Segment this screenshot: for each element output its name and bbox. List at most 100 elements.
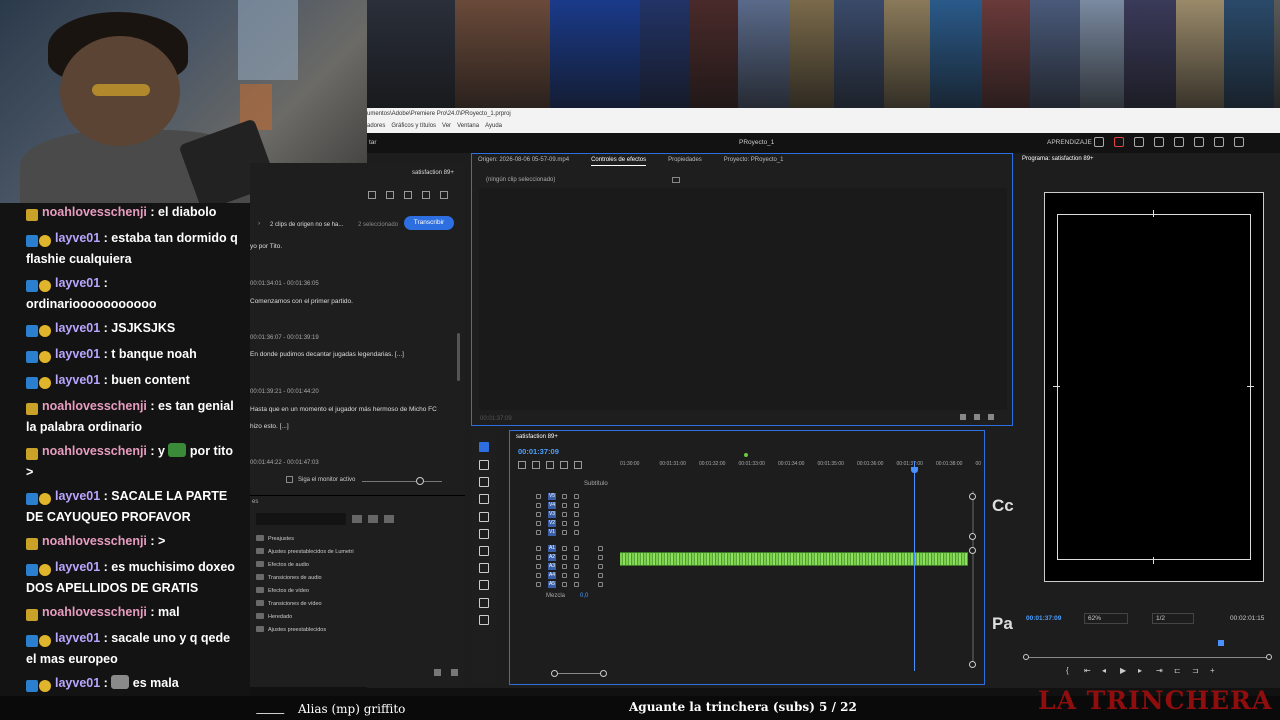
chat-username[interactable]: layve01 — [55, 276, 100, 290]
play-icon[interactable]: ▶ — [1120, 667, 1128, 675]
learning-button[interactable]: APRENDIZAJE — [1047, 139, 1092, 146]
effects-folder[interactable]: Transiciones de vídeo — [256, 600, 322, 607]
workspace-icon[interactable] — [1094, 137, 1104, 147]
chat-username[interactable]: layve01 — [55, 676, 100, 690]
chat-username[interactable]: layve01 — [55, 373, 100, 387]
sync-icon[interactable] — [562, 512, 567, 517]
zoom-select[interactable]: 62% — [1084, 613, 1128, 624]
scrub-in-knob[interactable] — [1023, 654, 1029, 660]
selection-tool-icon[interactable] — [479, 442, 489, 452]
export-icon[interactable] — [1154, 137, 1164, 147]
track-select-tool-icon[interactable] — [479, 460, 489, 470]
effects-folder[interactable]: Ajustes preestablecidos — [256, 626, 326, 633]
lock-icon[interactable] — [536, 503, 541, 508]
menu-item[interactable]: Ayuda — [485, 123, 502, 129]
export-icon[interactable] — [988, 414, 994, 420]
search-icon[interactable] — [1194, 137, 1204, 147]
trash-icon[interactable] — [451, 669, 458, 676]
chat-username[interactable]: noahlovesschenji — [42, 534, 147, 548]
eye-icon[interactable] — [574, 503, 579, 508]
mic-icon[interactable] — [598, 582, 603, 587]
chat-username[interactable]: layve01 — [55, 231, 100, 245]
effects-folder[interactable]: Ajustes preestablecidos de Lumetri — [256, 548, 354, 555]
lock-icon[interactable] — [536, 555, 541, 560]
chevron-right-icon[interactable]: › — [258, 221, 260, 227]
timeline-timecode[interactable]: 00:01:37:09 — [518, 447, 559, 456]
effects-search-input[interactable] — [256, 513, 346, 525]
caption-icon[interactable] — [368, 191, 376, 199]
vscroll-knob-audio[interactable] — [969, 547, 976, 554]
transcript-timecode[interactable]: 00:01:39:21 - 00:01:44:20 — [250, 389, 319, 395]
vscroll-knob-top[interactable] — [969, 493, 976, 500]
linked-selection-icon[interactable] — [546, 461, 554, 469]
track-label[interactable]: A1 — [548, 545, 556, 552]
transcript-text[interactable]: hizo esto. [...] — [250, 423, 455, 430]
track-label[interactable]: V5 — [548, 493, 556, 500]
effects-folder[interactable]: Transiciones de audio — [256, 574, 322, 581]
effects-tab[interactable]: Propiedades — [668, 157, 702, 166]
snap-icon[interactable] — [532, 461, 540, 469]
program-timecode[interactable]: 00:01:37:09 — [1026, 615, 1061, 622]
mute-icon[interactable] — [562, 573, 567, 578]
hand-tool-icon[interactable] — [479, 580, 489, 590]
timeline-vertical-scrollbar[interactable] — [972, 491, 974, 666]
lock-icon[interactable] — [536, 512, 541, 517]
razor-tool-icon[interactable] — [479, 494, 489, 504]
ellipse-tool-icon[interactable] — [479, 563, 489, 573]
program-scrubber[interactable] — [1023, 654, 1272, 660]
chat-username[interactable]: layve01 — [55, 321, 100, 335]
mix-value[interactable]: 0,0 — [580, 593, 588, 599]
timeline-marker[interactable] — [744, 453, 748, 457]
accelerated-filter-icon[interactable] — [352, 515, 362, 523]
lock-icon[interactable] — [536, 564, 541, 569]
menu-item[interactable]: Ventana — [457, 123, 479, 129]
chat-username[interactable]: layve01 — [55, 560, 100, 574]
transcript-scrollbar[interactable] — [457, 333, 460, 381]
chat-username[interactable]: layve01 — [55, 631, 100, 645]
transcript-text[interactable]: Comenzamos con el primer partido. — [250, 298, 455, 305]
mic-icon[interactable] — [598, 564, 603, 569]
solo-icon[interactable] — [574, 555, 579, 560]
chat-username[interactable]: noahlovesschenji — [42, 444, 147, 458]
effects-tab[interactable]: Controles de efectos — [591, 157, 647, 166]
program-video-frame[interactable] — [1044, 192, 1264, 582]
pen-tool-icon[interactable] — [479, 529, 489, 539]
sync-icon[interactable] — [562, 521, 567, 526]
transcript-text[interactable]: En donde pudimos decantar jugadas legend… — [250, 351, 455, 358]
share-icon[interactable] — [1134, 137, 1144, 147]
transcript-timecode[interactable]: 00:01:44:22 - 00:01:47:03 — [250, 460, 319, 466]
eye-icon[interactable] — [574, 530, 579, 535]
menu-item[interactable]: Ver — [442, 123, 451, 129]
track-label[interactable]: V2 — [548, 520, 556, 527]
menu-item[interactable]: Gráficos y títulos — [391, 123, 436, 129]
mute-icon[interactable] — [562, 564, 567, 569]
nest-icon[interactable] — [518, 461, 526, 469]
mic-icon[interactable] — [598, 573, 603, 578]
transcript-timecode[interactable]: 00:01:34:01 - 00:01:36:05 — [250, 281, 319, 287]
transcript-timecode[interactable]: 00:01:36:07 - 00:01:39:19 — [250, 335, 319, 341]
generative-tool-icon[interactable] — [479, 615, 489, 625]
follow-monitor-checkbox[interactable] — [286, 476, 293, 483]
wrench-icon[interactable] — [574, 461, 582, 469]
slider-knob[interactable] — [416, 477, 424, 485]
effects-folder[interactable]: Efectos de audio — [256, 561, 309, 568]
sync-icon[interactable] — [562, 530, 567, 535]
mute-icon[interactable] — [562, 582, 567, 587]
overwrite-icon[interactable]: ⊐ — [1192, 667, 1200, 675]
lock-icon[interactable] — [536, 530, 541, 535]
quality-select[interactable]: 1/2 — [1152, 613, 1194, 624]
solo-icon[interactable] — [574, 573, 579, 578]
track-label[interactable]: A4 — [548, 572, 556, 579]
eye-icon[interactable] — [574, 494, 579, 499]
chat-username[interactable]: layve01 — [55, 347, 100, 361]
timeline-horizontal-scrollbar[interactable] — [551, 670, 607, 677]
effects-folder[interactable]: Preajustes — [256, 535, 294, 542]
track-label[interactable]: V4 — [548, 502, 556, 509]
sync-icon[interactable] — [562, 494, 567, 499]
insert-icon[interactable]: ⊏ — [1174, 667, 1182, 675]
go-to-out-icon[interactable]: ⇥ — [1156, 667, 1164, 675]
mute-icon[interactable] — [562, 555, 567, 560]
solo-icon[interactable] — [574, 582, 579, 587]
hscroll-knob-left[interactable] — [551, 670, 558, 677]
lock-icon[interactable] — [536, 582, 541, 587]
